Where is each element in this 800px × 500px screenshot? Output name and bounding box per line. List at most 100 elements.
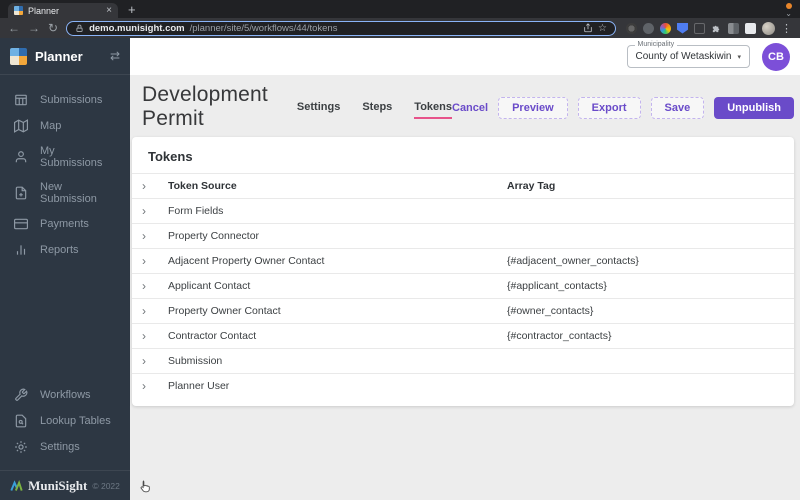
array-tag-value: {#contractor_contacts} xyxy=(507,330,612,342)
chevron-right-icon[interactable]: › xyxy=(142,279,168,293)
browser-toolbar: ← → ↻ demo.munisight.com/planner/site/5/… xyxy=(0,18,800,38)
chevron-right-icon[interactable]: › xyxy=(142,329,168,343)
extension-icon[interactable] xyxy=(694,22,705,34)
browser-tab-bar: Planner × + ⌄ xyxy=(0,0,800,18)
forward-button[interactable]: → xyxy=(28,22,40,34)
url-path: /planner/site/5/workflows/44/tokens xyxy=(189,22,338,34)
token-source-label: Property Owner Contact xyxy=(168,305,281,317)
app-root: Planner ⇄ Submissions Map My Submissions xyxy=(0,38,800,500)
table-row[interactable]: › Adjacent Property Owner Contact {#adja… xyxy=(132,248,794,273)
munisight-brand: MuniSight xyxy=(28,477,88,493)
sidebar-item-label: Submissions xyxy=(40,94,103,106)
chevron-right-icon[interactable]: › xyxy=(142,354,168,368)
extension-icon[interactable] xyxy=(677,22,688,34)
chevron-down-icon[interactable]: ⌄ xyxy=(785,9,792,18)
sidebar-collapse-icon[interactable]: ⇄ xyxy=(110,49,120,63)
workflow-tabs: Settings Steps Tokens xyxy=(297,101,452,119)
tab-close-icon[interactable]: × xyxy=(106,5,112,16)
sidebar-item-label: Lookup Tables xyxy=(40,415,111,427)
save-button[interactable]: Save xyxy=(650,97,705,119)
sidebar-item-workflows[interactable]: Workflows xyxy=(0,382,130,408)
new-tab-button[interactable]: + xyxy=(128,2,136,17)
chevron-down-icon: ▾ xyxy=(737,53,741,61)
sidebar-item-label: Settings xyxy=(40,441,80,453)
table-row[interactable]: › Planner User xyxy=(132,373,794,398)
extensions-puzzle-icon[interactable] xyxy=(711,23,722,34)
tab-steps[interactable]: Steps xyxy=(362,101,392,119)
bar-chart-icon xyxy=(16,245,26,255)
table-row[interactable]: › Property Owner Contact {#owner_contact… xyxy=(132,298,794,323)
header-actions: Cancel Preview Export Save Unpublish xyxy=(452,97,794,119)
sidebar-item-map[interactable]: Map xyxy=(0,113,130,139)
token-source-label: Contractor Contact xyxy=(168,330,257,342)
main-area: Municipality County of Wetaskiwin ▾ CB D… xyxy=(130,38,800,500)
sidebar-item-label: Workflows xyxy=(40,389,91,401)
wrench-icon xyxy=(15,388,28,401)
browser-tab[interactable]: Planner × xyxy=(8,3,118,18)
chevron-right-icon[interactable]: › xyxy=(142,179,168,193)
export-button[interactable]: Export xyxy=(577,97,641,119)
extension-icon[interactable] xyxy=(660,22,671,34)
table-header-row[interactable]: › Token Source Array Tag xyxy=(132,173,794,198)
token-source-label: Adjacent Property Owner Contact xyxy=(168,255,325,267)
padlock-icon xyxy=(76,24,83,32)
extension-icon[interactable] xyxy=(626,22,637,34)
user-avatar[interactable]: CB xyxy=(762,42,790,71)
bookmark-star-icon[interactable]: ☆ xyxy=(598,23,607,34)
address-bar[interactable]: demo.munisight.com/planner/site/5/workfl… xyxy=(66,20,616,36)
sidebar-item-new-submission[interactable]: New Submission xyxy=(0,175,130,211)
table-row[interactable]: › Contractor Contact {#contractor_contac… xyxy=(132,323,794,348)
extension-icon[interactable] xyxy=(643,22,654,34)
chevron-right-icon[interactable]: › xyxy=(142,379,168,393)
table-row[interactable]: › Form Fields xyxy=(132,198,794,223)
cancel-button[interactable]: Cancel xyxy=(452,102,488,114)
tab-tokens[interactable]: Tokens xyxy=(414,101,452,119)
sidebar-item-my-submissions[interactable]: My Submissions xyxy=(0,139,130,175)
table-icon xyxy=(15,94,27,106)
user-icon xyxy=(15,151,27,163)
municipality-select-label: Municipality xyxy=(634,41,678,48)
panel-title: Tokens xyxy=(148,149,193,164)
sidebar-brand: Planner ⇄ xyxy=(0,38,130,75)
chevron-right-icon[interactable]: › xyxy=(142,254,168,268)
preview-button[interactable]: Preview xyxy=(498,97,568,119)
sidebar-item-submissions[interactable]: Submissions xyxy=(0,87,130,113)
chevron-right-icon[interactable]: › xyxy=(142,229,168,243)
table-row[interactable]: › Property Connector xyxy=(132,223,794,248)
municipality-select[interactable]: Municipality County of Wetaskiwin ▾ xyxy=(626,41,750,68)
extension-icon[interactable] xyxy=(728,22,739,34)
back-button[interactable]: ← xyxy=(8,22,20,34)
token-source-label: Form Fields xyxy=(168,205,224,217)
gear-icon xyxy=(15,441,27,453)
tab-title: Planner xyxy=(28,5,60,16)
sidebar-item-settings[interactable]: Settings xyxy=(0,434,130,460)
extension-icon[interactable] xyxy=(745,22,756,34)
page-title: Development Permit xyxy=(142,83,268,130)
sidebar: Planner ⇄ Submissions Map My Submissions xyxy=(0,38,130,500)
table-row[interactable]: › Applicant Contact {#applicant_contacts… xyxy=(132,273,794,298)
array-tag-value: {#adjacent_owner_contacts} xyxy=(507,255,639,267)
browser-window: Planner × + ⌄ ← → ↻ demo.munisight.com/p… xyxy=(0,0,800,500)
credit-card-icon xyxy=(14,218,28,230)
tab-settings[interactable]: Settings xyxy=(297,101,340,119)
chevron-right-icon[interactable]: › xyxy=(142,304,168,318)
sidebar-item-label: Payments xyxy=(40,218,89,230)
token-source-label: Submission xyxy=(168,355,223,367)
sidebar-item-payments[interactable]: Payments xyxy=(0,211,130,237)
reload-button[interactable]: ↻ xyxy=(48,22,58,34)
table-row[interactable]: › Submission xyxy=(132,348,794,373)
extensions-row: ⋮ xyxy=(626,21,792,35)
sidebar-item-reports[interactable]: Reports xyxy=(0,237,130,263)
unpublish-button[interactable]: Unpublish xyxy=(714,97,794,119)
copyright: © 2022 xyxy=(92,480,120,491)
browser-menu-icon[interactable]: ⋮ xyxy=(781,22,792,35)
tokens-panel: Tokens › Token Source Array Tag › Form F… xyxy=(132,137,794,493)
page-header: Development Permit Settings Steps Tokens… xyxy=(132,83,794,137)
sidebar-item-label: New Submission xyxy=(40,181,97,205)
chevron-right-icon[interactable]: › xyxy=(142,204,168,218)
sidebar-item-label: Reports xyxy=(40,244,79,256)
browser-profile-avatar[interactable] xyxy=(762,21,775,35)
url-host: demo.munisight.com xyxy=(89,22,185,34)
share-icon[interactable] xyxy=(583,23,593,33)
sidebar-item-lookup-tables[interactable]: Lookup Tables xyxy=(0,408,130,434)
